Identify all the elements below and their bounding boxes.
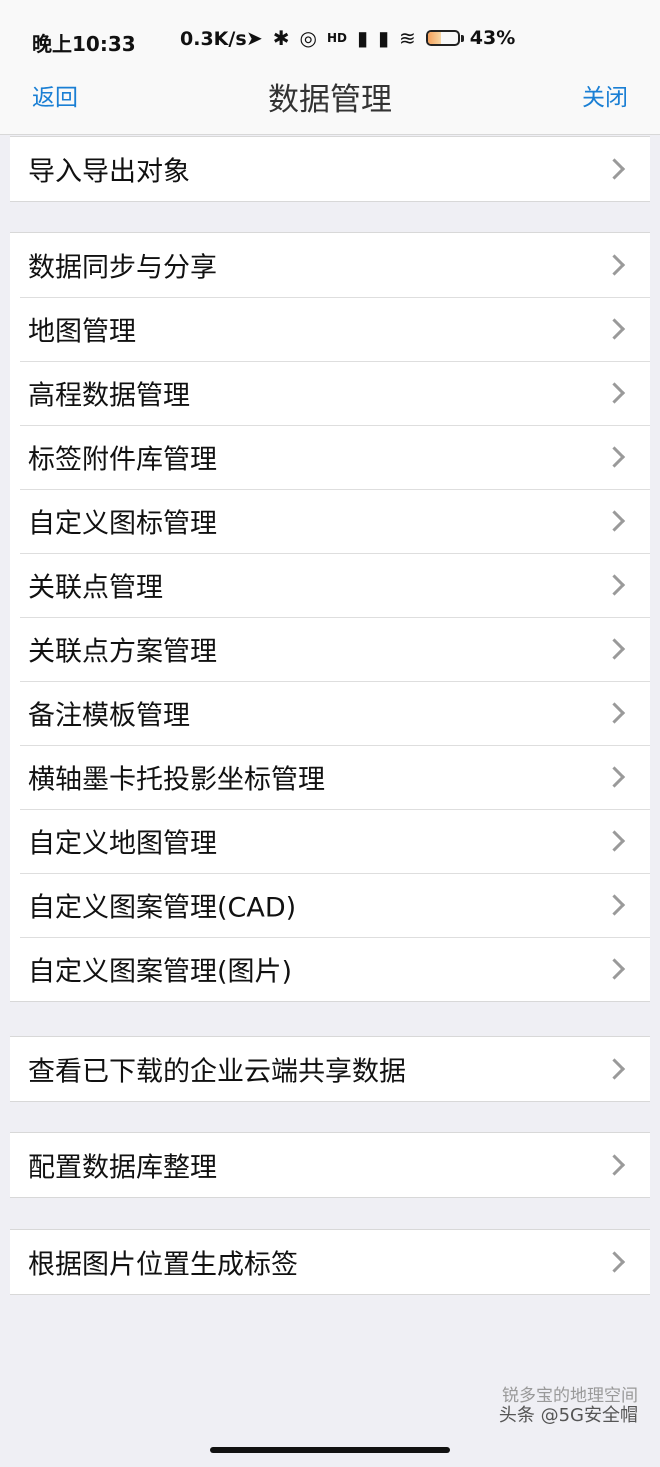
wifi-icon: ≋ xyxy=(399,26,416,50)
list-item[interactable]: 配置数据库整理 xyxy=(10,1133,650,1197)
chevron-right-icon xyxy=(603,702,626,724)
list-item-label: 高程数据管理 xyxy=(28,380,190,412)
page-title: 数据管理 xyxy=(268,82,392,118)
cellular-icon: ▮ xyxy=(357,26,369,50)
list-item[interactable]: 地图管理 xyxy=(10,297,650,361)
chevron-right-icon xyxy=(603,1251,626,1273)
close-button[interactable]: 关闭 xyxy=(582,78,628,111)
list-group-2: 数据同步与分享 地图管理高程数据管理 标签附件库管理 自定义图标管理 关联点管理关联点方… xyxy=(10,232,650,1002)
list-item-label: 关联点方案管理 xyxy=(28,636,217,668)
list-item[interactable]: 查看已下载的企业云端共享数据 xyxy=(10,1037,650,1101)
list-item[interactable]: 根据图片位置生成标签 xyxy=(10,1230,650,1294)
list-item[interactable]: 标签附件库管理 xyxy=(10,425,650,489)
list-item-label: 关联点管理 xyxy=(28,572,163,604)
list-item[interactable]: 备注模板管理 xyxy=(10,681,650,745)
chevron-right-icon xyxy=(603,894,626,916)
battery-cap xyxy=(460,34,464,42)
list-item-label: 备注模板管理 xyxy=(28,700,190,732)
chevron-right-icon xyxy=(603,1058,626,1080)
battery-fill xyxy=(427,32,441,44)
chevron-right-icon xyxy=(603,254,626,276)
bluetooth-icon: ✱ xyxy=(272,26,290,50)
location-arrow-icon: ➤ xyxy=(246,26,263,50)
list-item[interactable]: 横轴墨卡托投影坐标管理 xyxy=(10,745,650,809)
battery-icon: 43% xyxy=(425,27,516,49)
list-group-3: 查看已下载的企业云端共享数据 xyxy=(10,1036,650,1102)
list-item[interactable]: 高程数据管理 xyxy=(10,361,650,425)
list-item[interactable]: 数据同步与分享 xyxy=(10,233,650,297)
network-speed: 0.3K/s xyxy=(180,28,247,50)
cellular-icon-2: ▮ xyxy=(378,26,390,50)
signal-icon: HD xyxy=(326,31,347,45)
list-item-label: 数据同步与分享 xyxy=(28,252,217,284)
list-item-label: 查看已下载的企业云端共享数据 xyxy=(28,1056,406,1088)
watermark-line1: 头条 @5G安全帽 xyxy=(498,1405,638,1426)
watermark-line2: 锐多宝的地理空间 xyxy=(502,1386,638,1406)
list-item[interactable]: 自定义图案管理(图片) xyxy=(10,937,650,1001)
chevron-right-icon xyxy=(603,318,626,340)
list-item-label: 自定义图标管理 xyxy=(28,508,217,540)
chevron-right-icon xyxy=(603,446,626,468)
chevron-right-icon xyxy=(603,830,626,852)
list-group-5: 根据图片位置生成标签 xyxy=(10,1229,650,1295)
list-item-label: 自定义地图管理 xyxy=(28,828,217,860)
status-time: 晚上10:33 xyxy=(32,32,136,56)
status-bar: 晚上10:33 0.3K/s ➤ ✱ ◎ HD ▮ ▮ ≋ 43% xyxy=(0,0,660,78)
list-item-label: 横轴墨卡托投影坐标管理 xyxy=(28,764,325,796)
status-icons: ➤ ✱ ◎ HD ▮ ▮ ≋ 43% xyxy=(246,26,515,50)
list-item[interactable]: 自定义图案管理(CAD) xyxy=(10,873,650,937)
chevron-right-icon xyxy=(603,766,626,788)
battery-shell xyxy=(425,30,460,46)
list-item-label: 标签附件库管理 xyxy=(28,444,217,476)
list-item-label: 配置数据库整理 xyxy=(28,1152,217,1184)
watermark: 锐多宝的地理空间 头条 @5G安全帽 xyxy=(498,1386,638,1427)
chevron-right-icon xyxy=(603,158,626,180)
home-indicator[interactable] xyxy=(210,1447,450,1453)
nav-bar: 返回 数据管理 关闭 xyxy=(0,78,660,135)
list-item-label: 自定义图案管理(CAD) xyxy=(28,892,297,924)
list-group-1: 导入导出对象 xyxy=(10,136,650,202)
chevron-right-icon xyxy=(603,510,626,532)
list-item-label: 根据图片位置生成标签 xyxy=(28,1249,298,1281)
chevron-right-icon xyxy=(603,638,626,660)
list-item[interactable]: 关联点管理 xyxy=(10,553,650,617)
alarm-icon: ◎ xyxy=(299,26,317,50)
list-item-label: 导入导出对象 xyxy=(28,156,190,188)
list-item[interactable]: 自定义图标管理 xyxy=(10,489,650,553)
list-item[interactable]: 关联点方案管理 xyxy=(10,617,650,681)
list-group-4: 配置数据库整理 xyxy=(10,1132,650,1198)
list-item-label: 自定义图案管理(图片) xyxy=(28,956,293,988)
chevron-right-icon xyxy=(603,382,626,404)
list-item-label: 地图管理 xyxy=(28,316,136,348)
chevron-right-icon xyxy=(603,1154,626,1176)
list-item[interactable]: 导入导出对象 xyxy=(10,137,650,201)
battery-percent: 43% xyxy=(469,27,516,49)
list-item[interactable]: 自定义地图管理 xyxy=(10,809,650,873)
chevron-right-icon xyxy=(603,574,626,596)
chevron-right-icon xyxy=(603,958,626,980)
